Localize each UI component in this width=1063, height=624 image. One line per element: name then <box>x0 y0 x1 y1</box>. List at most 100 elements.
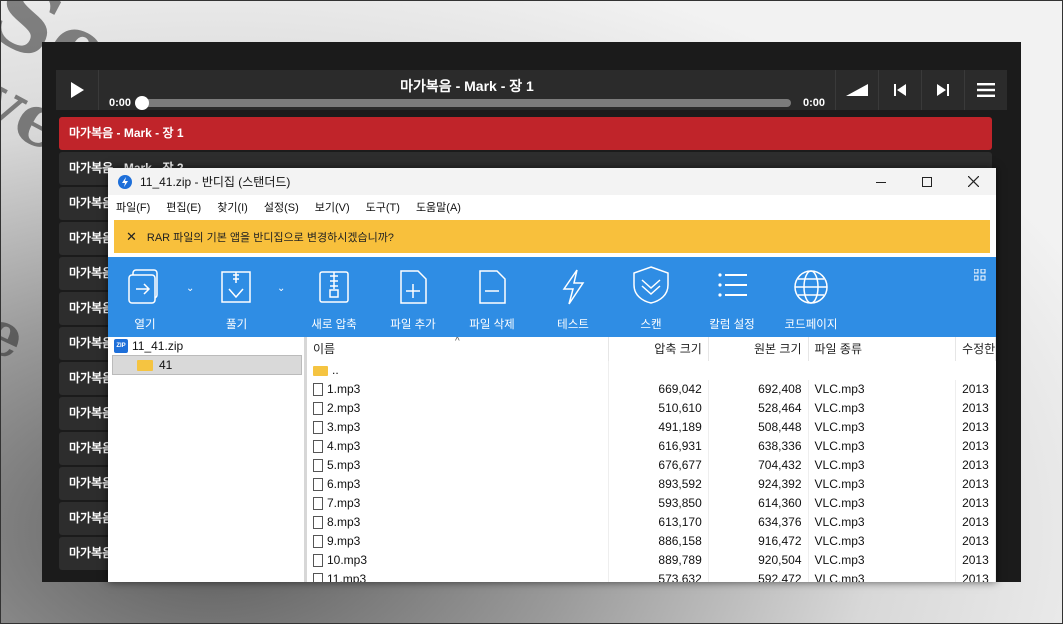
file-row[interactable]: 4.mp3 616,931 638,336 VLC.mp3 2013 <box>307 437 996 456</box>
file-row[interactable]: 7.mp3 593,850 614,360 VLC.mp3 2013 <box>307 494 996 513</box>
column-original-size[interactable]: 원본 크기 <box>709 337 809 361</box>
volume-icon <box>846 84 868 96</box>
next-button[interactable] <box>921 70 964 110</box>
add-files-label: 파일 추가 <box>390 319 436 331</box>
file-row[interactable]: 11.mp3 573,632 592,472 VLC.mp3 2013 <box>307 570 996 582</box>
new-archive-label: 새로 압축 <box>311 319 357 331</box>
tree-archive-label: 11_41.zip <box>132 339 184 353</box>
menu-view[interactable]: 보기(V) <box>307 199 358 215</box>
dismiss-notice-button[interactable]: ✕ <box>126 229 137 245</box>
extract-button[interactable]: 풀기 <box>211 257 261 337</box>
lightning-test-icon <box>562 269 585 305</box>
tree-archive-node[interactable]: ZIP 11_41.zip <box>108 337 304 355</box>
file-icon <box>313 459 323 473</box>
open-dropdown-icon[interactable]: ⌄ <box>186 283 194 294</box>
lightning-icon <box>122 176 128 187</box>
background-decoration: e <box>0 295 37 375</box>
test-label: 테스트 <box>557 319 589 331</box>
file-modified: 2013 <box>956 494 996 513</box>
file-name: 5.mp3 <box>327 458 361 472</box>
total-time: 0:00 <box>802 97 825 109</box>
seek-handle[interactable] <box>135 96 149 110</box>
playlist-item-active[interactable]: 마가복음 - Mark - 장 1 <box>59 117 992 150</box>
file-type: VLC.mp3 <box>809 475 957 494</box>
file-modified: 2013 <box>956 456 996 475</box>
file-icon <box>313 554 323 568</box>
menu-icon <box>977 83 995 97</box>
extract-label: 풀기 <box>226 319 248 331</box>
file-name: 1.mp3 <box>327 382 361 396</box>
scan-button[interactable]: 스캔 <box>626 257 676 337</box>
file-original-size: 638,336 <box>709 437 809 456</box>
file-compressed-size: 613,170 <box>609 513 709 532</box>
extract-dropdown-icon[interactable]: ⌄ <box>277 283 285 294</box>
parent-dir-row[interactable]: .. <box>307 361 996 380</box>
file-row[interactable]: 2.mp3 510,610 528,464 VLC.mp3 2013 <box>307 399 996 418</box>
codepage-button[interactable]: 코드페이지 <box>781 257 841 337</box>
add-files-button[interactable]: 파일 추가 <box>383 257 443 337</box>
file-modified: 2013 <box>956 399 996 418</box>
menu-button[interactable] <box>964 70 1007 110</box>
menu-file[interactable]: 파일(F) <box>108 199 158 215</box>
minimize-button[interactable] <box>858 168 904 195</box>
file-modified: 2013 <box>956 418 996 437</box>
minimize-icon <box>876 181 886 183</box>
file-name: 10.mp3 <box>327 553 368 567</box>
file-row[interactable]: 8.mp3 613,170 634,376 VLC.mp3 2013 <box>307 513 996 532</box>
file-original-size: 508,448 <box>709 418 809 437</box>
add-file-icon <box>400 270 427 304</box>
open-button[interactable]: 열기 <box>120 257 170 337</box>
menu-find[interactable]: 찾기(I) <box>209 199 256 215</box>
menu-bar: 파일(F) 편집(E) 찾기(I) 설정(S) 보기(V) 도구(T) 도움말(… <box>108 195 996 218</box>
seek-area: 마가복음 - Mark - 장 1 0:00 0:00 <box>99 70 835 110</box>
play-button[interactable] <box>56 70 99 110</box>
file-icon <box>313 440 323 454</box>
window-title: 11_41.zip - 반디집 (스탠더드) <box>140 175 291 189</box>
sort-ascending-icon: ^ <box>455 337 460 347</box>
menu-tools[interactable]: 도구(T) <box>358 199 408 215</box>
close-icon <box>967 176 979 187</box>
file-modified: 2013 <box>956 551 996 570</box>
new-archive-button[interactable]: 새로 압축 <box>304 257 364 337</box>
folder-icon <box>137 359 153 371</box>
layout-grid-icon[interactable] <box>974 269 986 281</box>
column-file-type[interactable]: 파일 종류 <box>809 337 957 361</box>
extract-icon <box>221 271 251 303</box>
file-modified: 2013 <box>956 513 996 532</box>
close-button[interactable] <box>950 168 996 195</box>
file-original-size: 704,432 <box>709 456 809 475</box>
toolbar: 열기 ⌄ 풀기 ⌄ 새로 압축 파일 추가 파일 삭제 테스트 스캔 칼럼 설정… <box>108 257 996 337</box>
file-row[interactable]: 10.mp3 889,789 920,504 VLC.mp3 2013 <box>307 551 996 570</box>
seek-bar[interactable] <box>135 96 791 110</box>
title-bar[interactable]: 11_41.zip - 반디집 (스탠더드) <box>108 168 996 195</box>
test-button[interactable]: 테스트 <box>548 257 598 337</box>
tree-folder-node[interactable]: 41 <box>112 355 302 375</box>
file-icon <box>313 478 323 492</box>
menu-help[interactable]: 도움말(A) <box>408 199 469 215</box>
file-row[interactable]: 5.mp3 676,677 704,432 VLC.mp3 2013 <box>307 456 996 475</box>
column-modified[interactable]: 수정한 <box>956 337 996 361</box>
file-row[interactable]: 6.mp3 893,592 924,392 VLC.mp3 2013 <box>307 475 996 494</box>
file-type: VLC.mp3 <box>809 437 957 456</box>
file-modified: 2013 <box>956 437 996 456</box>
delete-file-icon <box>479 270 506 304</box>
file-compressed-size: 573,632 <box>609 570 709 582</box>
file-row[interactable]: 3.mp3 491,189 508,448 VLC.mp3 2013 <box>307 418 996 437</box>
menu-settings[interactable]: 설정(S) <box>256 199 307 215</box>
column-compressed-size[interactable]: 압축 크기 <box>609 337 709 361</box>
volume-button[interactable] <box>835 70 878 110</box>
file-row[interactable]: 9.mp3 886,158 916,472 VLC.mp3 2013 <box>307 532 996 551</box>
file-compressed-size: 886,158 <box>609 532 709 551</box>
file-original-size: 528,464 <box>709 399 809 418</box>
file-row[interactable]: 1.mp3 669,042 692,408 VLC.mp3 2013 <box>307 380 996 399</box>
parent-dir-label: .. <box>332 363 339 377</box>
menu-edit[interactable]: 편집(E) <box>158 199 209 215</box>
maximize-button[interactable] <box>904 168 950 195</box>
file-name: 2.mp3 <box>327 401 361 415</box>
file-type: VLC.mp3 <box>809 532 957 551</box>
column-settings-button[interactable]: 칼럼 설정 <box>702 257 762 337</box>
notice-text[interactable]: RAR 파일의 기본 앱을 반디집으로 변경하시겠습니까? <box>147 229 394 245</box>
zip-icon: ZIP <box>114 339 128 353</box>
delete-files-button[interactable]: 파일 삭제 <box>462 257 522 337</box>
previous-button[interactable] <box>878 70 921 110</box>
